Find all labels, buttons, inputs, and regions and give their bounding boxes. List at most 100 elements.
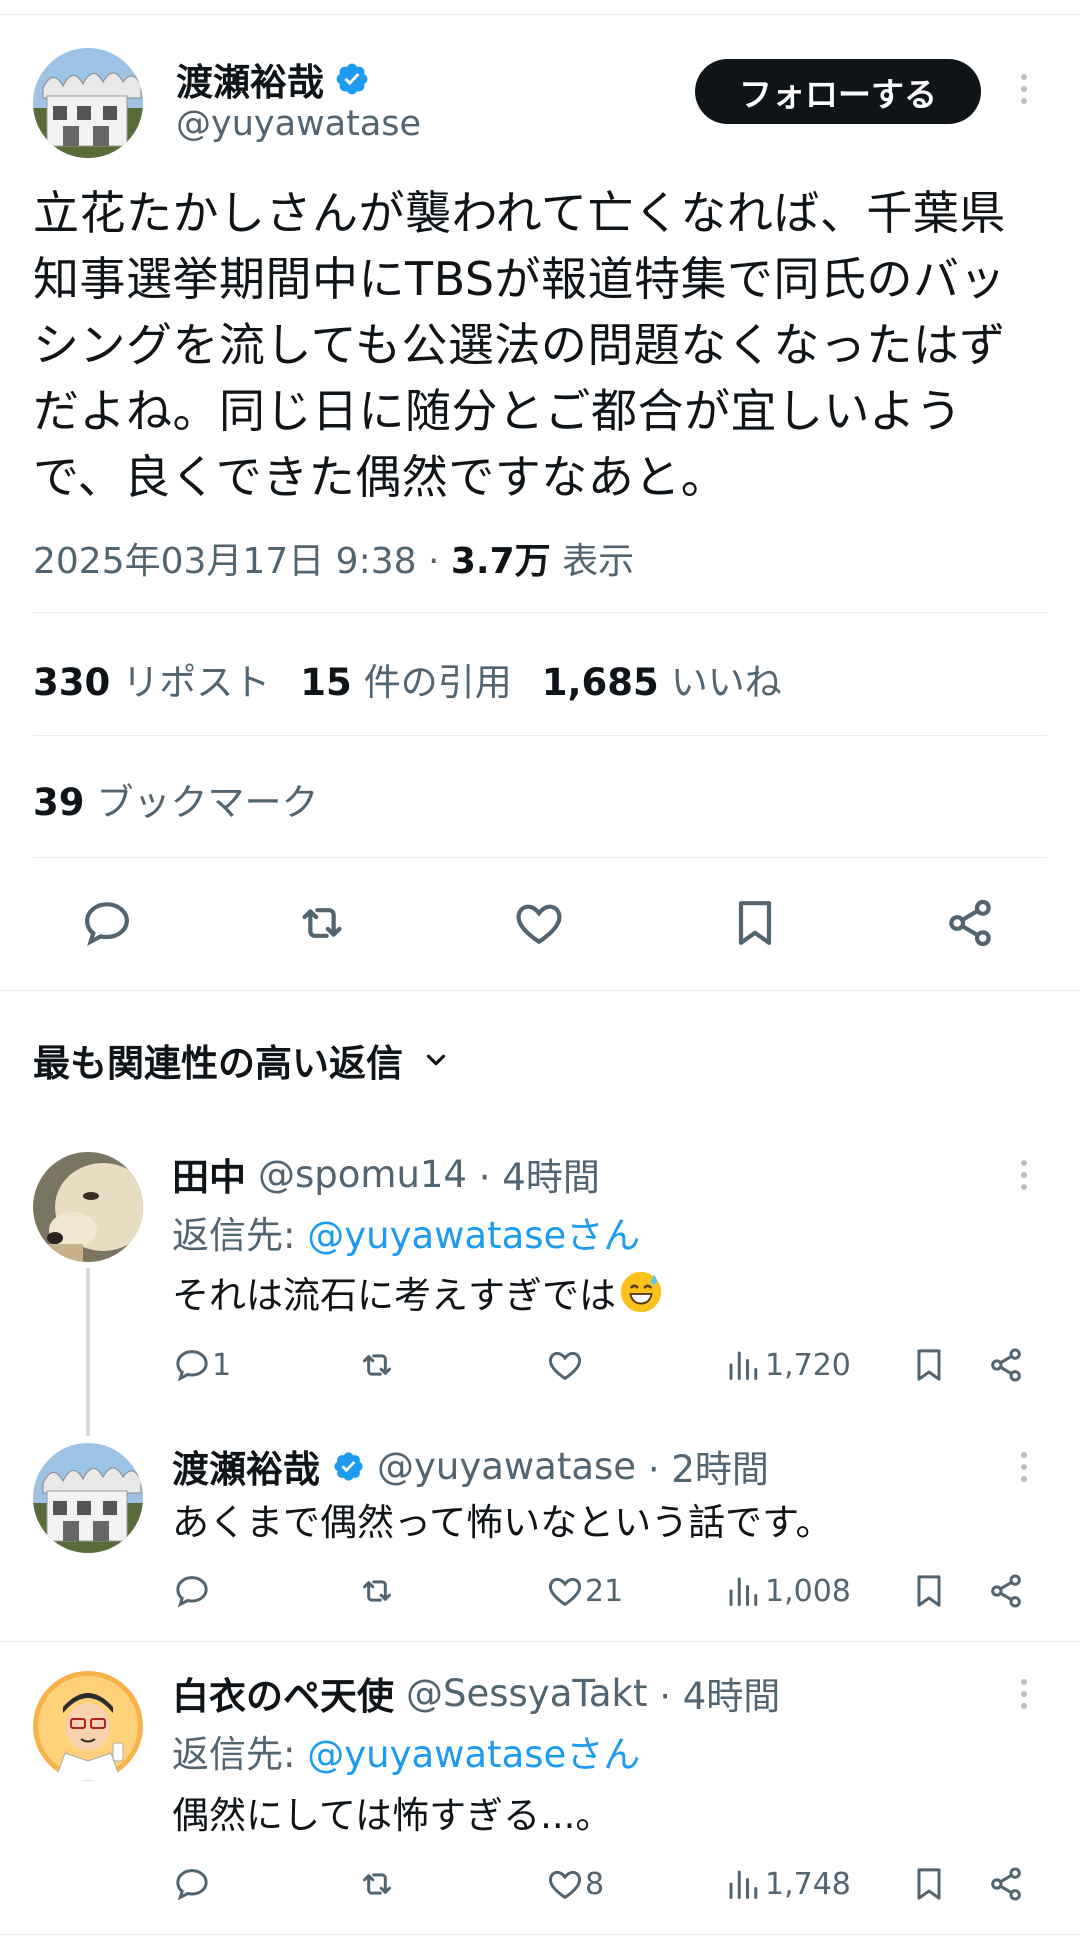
section-divider	[0, 990, 1080, 991]
reply-time: · 4時間	[659, 1675, 781, 1718]
reply-to-line: 返信先: @yuyawataseさん	[172, 1205, 640, 1259]
more-icon[interactable]	[1019, 74, 1029, 104]
reply-to-label: 返信先:	[172, 1733, 308, 1776]
quotes-stat[interactable]: 15 件の引用	[300, 652, 512, 706]
reply-text-row: 偶然にしては怖すぎる...。	[172, 1785, 612, 1839]
bookmarks-stat[interactable]: 39 ブックマーク	[33, 772, 319, 826]
retweet-icon	[363, 1354, 391, 1376]
views-button[interactable]: 1,748	[725, 1864, 851, 1904]
author-avatar[interactable]	[33, 48, 143, 158]
like-button[interactable]	[545, 1345, 585, 1385]
reply-count: 1	[212, 1347, 232, 1383]
reply-avatar[interactable]	[33, 1671, 143, 1781]
reply-divider	[0, 1934, 1080, 1935]
retweet-icon[interactable]	[294, 895, 350, 951]
reply-author-handle[interactable]: @SessyaTakt	[406, 1672, 647, 1715]
author-handle: @yuyawatase	[176, 104, 422, 144]
more-icon[interactable]	[1019, 1452, 1029, 1482]
like-icon[interactable]	[511, 895, 567, 951]
reply-button[interactable]	[172, 1571, 212, 1611]
views-icon	[729, 1351, 758, 1380]
author-name[interactable]: 渡瀬裕哉	[176, 52, 324, 106]
quotes-label: 件の引用	[363, 661, 512, 704]
reply-avatar[interactable]	[33, 1152, 143, 1262]
quotes-count: 15	[300, 661, 352, 704]
like-count: 8	[585, 1866, 605, 1902]
reply-author-name[interactable]: 渡瀬裕哉	[172, 1439, 320, 1493]
retweet-button[interactable]	[357, 1571, 397, 1611]
reply-avatar[interactable]	[33, 1443, 143, 1553]
reply-header: 白衣のペ天使 @SessyaTakt · 4時間	[172, 1666, 780, 1720]
tweet-action-bar	[0, 895, 1080, 955]
views-count: 1,720	[765, 1347, 851, 1383]
views-icon	[729, 1577, 758, 1606]
reply-icon	[176, 1869, 208, 1901]
reply-text-row: あくまで偶然って怖いなという話です。	[172, 1492, 832, 1546]
reply-action-bar: 21 1,008	[0, 1571, 1080, 1611]
share-icon	[991, 1867, 1021, 1901]
retweet-icon	[363, 1580, 391, 1602]
share-icon	[991, 1348, 1021, 1382]
reply-to-handle-link[interactable]: @yuyawataseさん	[307, 1733, 640, 1776]
reply-to-line: 返信先: @yuyawataseさん	[172, 1724, 640, 1778]
reply-author-handle[interactable]: @spomu14	[258, 1153, 467, 1196]
bookmark-icon[interactable]	[727, 895, 783, 951]
views-icon	[729, 1870, 758, 1899]
retweet-button[interactable]	[357, 1345, 397, 1385]
like-icon	[548, 1577, 582, 1607]
views-count: 1,008	[765, 1573, 851, 1609]
reply-icon[interactable]	[79, 895, 135, 951]
more-icon[interactable]	[1019, 1679, 1029, 1709]
bookmark-button[interactable]	[909, 1571, 949, 1611]
reply-button[interactable]: 1	[172, 1345, 231, 1385]
bookmarks-label: ブックマーク	[96, 781, 319, 824]
replies-sort-dropdown[interactable]: 最も関連性の高い返信	[33, 1033, 451, 1087]
tweet-meta: 2025年03月17日 9:38 · 3.7万 表示	[33, 532, 634, 584]
bookmark-button[interactable]	[909, 1345, 949, 1385]
divider	[33, 857, 1047, 858]
reply-text: あくまで偶然って怖いなという話です。	[172, 1501, 833, 1544]
like-button[interactable]: 21	[545, 1571, 623, 1611]
reposts-count: 330	[33, 661, 111, 704]
retweet-button[interactable]	[357, 1864, 397, 1904]
divider	[33, 612, 1047, 613]
retweet-icon	[363, 1873, 391, 1895]
share-icon[interactable]	[942, 895, 998, 951]
like-button[interactable]: 8	[545, 1864, 604, 1904]
bookmark-button[interactable]	[909, 1864, 949, 1904]
verified-badge-icon	[334, 1451, 363, 1481]
reply-time: · 2時間	[647, 1448, 769, 1491]
replies-sort-label: 最も関連性の高い返信	[33, 1042, 403, 1085]
tweet-text: 立花たかしさんが襲われて亡くなれば、千葉県知事選挙期間中にTBSが報道特集で同氏…	[33, 186, 1007, 504]
follow-button[interactable]: フォローする	[695, 59, 981, 124]
share-button[interactable]	[986, 1864, 1026, 1904]
views-button[interactable]: 1,720	[725, 1345, 851, 1385]
engagement-stats: 330 リポスト 15 件の引用 1,685 いいね	[33, 652, 782, 706]
views-button[interactable]: 1,008	[725, 1571, 851, 1611]
share-icon	[991, 1574, 1021, 1608]
share-button[interactable]	[986, 1571, 1026, 1611]
reply-button[interactable]	[172, 1864, 212, 1904]
sweat-smile-emoji-icon	[620, 1271, 662, 1313]
tweet-timestamp[interactable]: 2025年03月17日 9:38	[33, 541, 417, 582]
bookmark-icon	[917, 1868, 941, 1900]
reply-to-handle-link[interactable]: @yuyawataseさん	[307, 1214, 640, 1257]
more-icon[interactable]	[1019, 1160, 1029, 1190]
reply-action-bar: 1 1,720	[0, 1345, 1080, 1385]
bookmarks-count: 39	[33, 781, 85, 824]
bookmark-icon	[917, 1349, 941, 1381]
reply-author-handle[interactable]: @yuyawatase	[377, 1445, 636, 1488]
likes-stat[interactable]: 1,685 いいね	[542, 652, 782, 706]
like-icon	[548, 1351, 582, 1381]
reply-author-name[interactable]: 田中	[172, 1147, 246, 1201]
top-border	[0, 14, 1080, 15]
meta-separator: ·	[416, 541, 451, 582]
chevron-down-icon	[426, 1054, 446, 1066]
reply-author-name[interactable]: 白衣のペ天使	[172, 1666, 394, 1720]
share-button[interactable]	[986, 1345, 1026, 1385]
reply-time: · 4時間	[478, 1156, 600, 1199]
reply-action-bar: 8 1,748	[0, 1864, 1080, 1904]
reply-to-label: 返信先:	[172, 1214, 308, 1257]
reposts-stat[interactable]: 330 リポスト	[33, 652, 270, 706]
like-count: 21	[585, 1573, 624, 1609]
